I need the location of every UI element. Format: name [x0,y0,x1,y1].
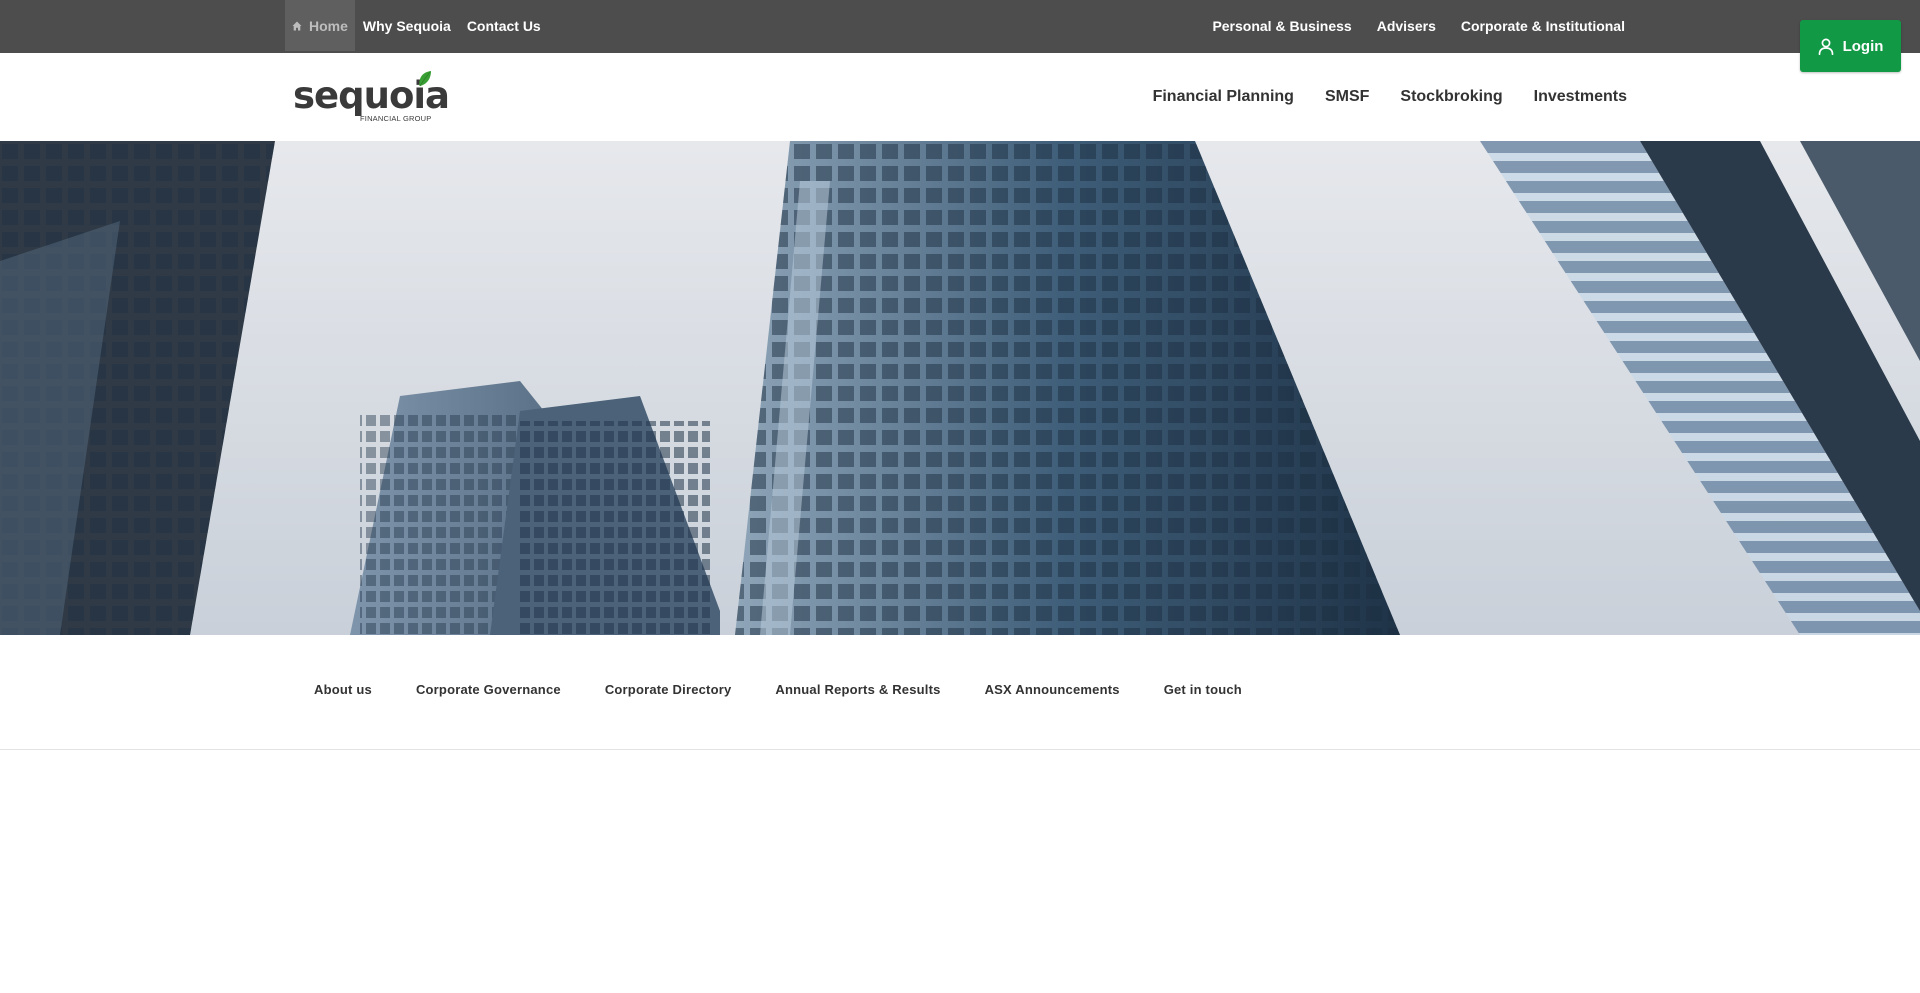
hero-banner [0,141,1920,635]
subnav-get-in-touch[interactable]: Get in touch [1164,682,1242,697]
subnav-about-us[interactable]: About us [314,682,372,697]
contact-us-link[interactable]: Contact Us [459,0,549,51]
leaf-icon [419,71,431,87]
logo-subtitle: FINANCIAL GROUP [360,114,432,123]
nav-financial-planning[interactable]: Financial Planning [1153,88,1294,106]
subnav-corporate-directory[interactable]: Corporate Directory [605,682,732,697]
personal-business-link[interactable]: Personal & Business [1212,18,1351,34]
section-subnav: About us Corporate Governance Corporate … [0,635,1920,750]
sequoia-logo[interactable]: sequoia FINANCIAL GROUP [293,70,450,126]
skyscrapers-image [0,141,1920,635]
login-button[interactable]: Login [1800,20,1901,72]
why-sequoia-link[interactable]: Why Sequoia [355,0,459,51]
utility-bar: Home Why Sequoia Contact Us Personal & B… [0,0,1920,53]
advisers-link[interactable]: Advisers [1377,18,1436,34]
nav-investments[interactable]: Investments [1534,88,1627,106]
subnav-annual-reports[interactable]: Annual Reports & Results [775,682,940,697]
primary-nav: Financial Planning SMSF Stockbroking Inv… [1153,53,1627,141]
corporate-institutional-link[interactable]: Corporate & Institutional [1461,18,1625,34]
utility-nav-left: Home Why Sequoia Contact Us [285,0,549,51]
nav-smsf[interactable]: SMSF [1325,88,1369,106]
utility-nav-right: Personal & Business Advisers Corporate &… [1212,0,1625,51]
user-icon [1818,38,1833,55]
login-label: Login [1842,37,1884,55]
subnav-asx-announcements[interactable]: ASX Announcements [985,682,1120,697]
subnav-corporate-governance[interactable]: Corporate Governance [416,682,561,697]
home-icon [292,21,302,30]
home-link-label: Home [309,17,348,34]
main-header: sequoia FINANCIAL GROUP Financial Planni… [0,53,1920,141]
subnav-items: About us Corporate Governance Corporate … [314,635,1242,743]
home-link[interactable]: Home [285,0,355,51]
nav-stockbroking[interactable]: Stockbroking [1400,88,1502,106]
